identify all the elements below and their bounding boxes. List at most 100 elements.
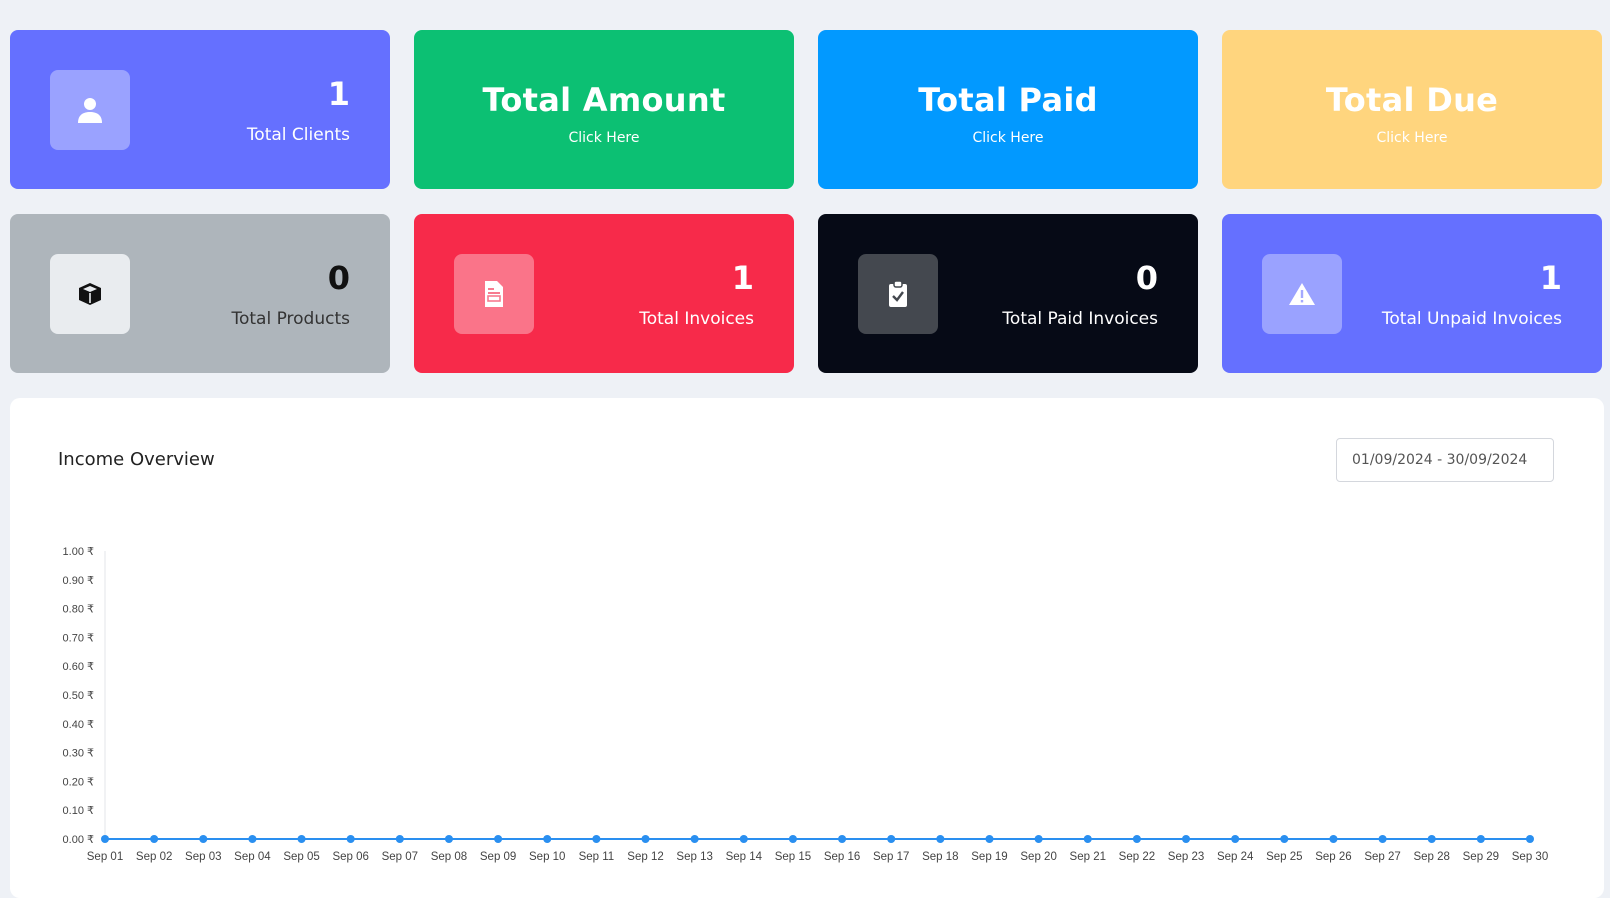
clipboard-icon-box bbox=[858, 254, 938, 334]
total-due-title: Total Due bbox=[1325, 81, 1499, 119]
data-point[interactable] bbox=[346, 835, 355, 843]
x-tick-label: Sep 04 bbox=[234, 851, 271, 863]
data-point[interactable] bbox=[788, 835, 797, 843]
user-icon-box bbox=[50, 70, 130, 150]
warning-icon bbox=[1289, 283, 1315, 305]
x-tick-label: Sep 24 bbox=[1217, 851, 1254, 863]
data-point[interactable] bbox=[1378, 835, 1387, 843]
box-icon bbox=[79, 283, 101, 305]
x-tick-label: Sep 17 bbox=[873, 851, 909, 863]
total-amount-link[interactable]: Click Here bbox=[414, 129, 794, 147]
x-tick-label: Sep 25 bbox=[1266, 851, 1302, 863]
data-point[interactable] bbox=[1182, 835, 1191, 843]
y-tick-label: 0.00 ₹ bbox=[63, 834, 94, 846]
y-tick-label: 0.50 ₹ bbox=[63, 690, 94, 702]
y-tick-label: 0.20 ₹ bbox=[63, 776, 94, 788]
data-point[interactable] bbox=[1427, 835, 1436, 843]
y-tick-label: 0.30 ₹ bbox=[63, 748, 94, 760]
data-point[interactable] bbox=[248, 835, 257, 843]
x-tick-label: Sep 10 bbox=[529, 851, 565, 863]
total-paid-invoices-label: Total Paid Invoices bbox=[1002, 309, 1158, 329]
total-due-link[interactable]: Click Here bbox=[1222, 129, 1602, 147]
data-point[interactable] bbox=[936, 835, 945, 843]
data-point[interactable] bbox=[887, 835, 896, 843]
x-tick-label: Sep 22 bbox=[1119, 851, 1155, 863]
y-tick-label: 0.90 ₹ bbox=[63, 575, 94, 587]
data-point[interactable] bbox=[444, 835, 453, 843]
x-tick-label: Sep 20 bbox=[1020, 851, 1056, 863]
document-icon-box bbox=[454, 254, 534, 334]
x-tick-label: Sep 15 bbox=[775, 851, 811, 863]
y-tick-label: 0.80 ₹ bbox=[63, 604, 94, 616]
x-tick-label: Sep 05 bbox=[283, 851, 319, 863]
x-tick-label: Sep 18 bbox=[922, 851, 958, 863]
x-tick-label: Sep 23 bbox=[1168, 851, 1204, 863]
data-point[interactable] bbox=[101, 835, 109, 843]
y-tick-label: 0.40 ₹ bbox=[63, 719, 94, 731]
total-amount-card[interactable]: Total Amount Click Here bbox=[414, 30, 794, 189]
data-point[interactable] bbox=[395, 835, 404, 843]
total-unpaid-invoices-card[interactable]: 1 Total Unpaid Invoices bbox=[1222, 214, 1602, 373]
data-point[interactable] bbox=[1476, 835, 1485, 843]
y-tick-label: 0.10 ₹ bbox=[63, 805, 94, 817]
x-tick-label: Sep 16 bbox=[824, 851, 860, 863]
total-unpaid-invoices-count: 1 bbox=[1539, 259, 1562, 297]
data-point[interactable] bbox=[199, 835, 208, 843]
x-tick-label: Sep 09 bbox=[480, 851, 516, 863]
x-tick-label: Sep 03 bbox=[185, 851, 221, 863]
warning-icon-box bbox=[1262, 254, 1342, 334]
x-tick-label: Sep 08 bbox=[431, 851, 467, 863]
data-point[interactable] bbox=[543, 835, 552, 843]
data-point[interactable] bbox=[739, 835, 748, 843]
x-tick-label: Sep 07 bbox=[382, 851, 418, 863]
data-point[interactable] bbox=[150, 835, 159, 843]
x-tick-label: Sep 13 bbox=[676, 851, 712, 863]
x-tick-label: Sep 27 bbox=[1364, 851, 1400, 863]
x-tick-label: Sep 19 bbox=[971, 851, 1007, 863]
total-paid-card[interactable]: Total Paid Click Here bbox=[818, 30, 1198, 189]
total-paid-invoices-card[interactable]: 0 Total Paid Invoices bbox=[818, 214, 1198, 373]
x-tick-label: Sep 06 bbox=[332, 851, 368, 863]
data-point[interactable] bbox=[1231, 835, 1240, 843]
x-tick-label: Sep 26 bbox=[1315, 851, 1351, 863]
data-point[interactable] bbox=[690, 835, 699, 843]
x-tick-label: Sep 11 bbox=[579, 851, 615, 863]
x-tick-label: Sep 12 bbox=[627, 851, 663, 863]
total-due-card[interactable]: Total Due Click Here bbox=[1222, 30, 1602, 189]
data-point[interactable] bbox=[641, 835, 650, 843]
x-tick-label: Sep 02 bbox=[136, 851, 172, 863]
data-point[interactable] bbox=[297, 835, 306, 843]
box-icon-box bbox=[50, 254, 130, 334]
x-tick-label: Sep 01 bbox=[87, 851, 123, 863]
total-clients-card[interactable]: 1 Total Clients bbox=[10, 30, 390, 189]
total-unpaid-invoices-label: Total Unpaid Invoices bbox=[1381, 309, 1562, 329]
x-tick-label: Sep 29 bbox=[1463, 851, 1499, 863]
data-point[interactable] bbox=[838, 835, 847, 843]
x-tick-label: Sep 14 bbox=[726, 851, 763, 863]
total-clients-count: 1 bbox=[327, 75, 350, 113]
total-amount-title: Total Amount bbox=[482, 81, 726, 119]
total-paid-invoices-count: 0 bbox=[1135, 259, 1158, 297]
total-paid-link[interactable]: Click Here bbox=[818, 129, 1198, 147]
total-invoices-label: Total Invoices bbox=[639, 309, 754, 329]
total-invoices-card[interactable]: 1 Total Invoices bbox=[414, 214, 794, 373]
data-point[interactable] bbox=[1526, 835, 1534, 843]
data-point[interactable] bbox=[1329, 835, 1338, 843]
user-icon bbox=[78, 98, 102, 123]
data-point[interactable] bbox=[494, 835, 503, 843]
data-point[interactable] bbox=[1083, 835, 1092, 843]
data-point[interactable] bbox=[1132, 835, 1141, 843]
data-point[interactable] bbox=[592, 835, 601, 843]
y-tick-label: 1.00 ₹ bbox=[63, 546, 94, 558]
y-tick-label: 0.60 ₹ bbox=[63, 661, 94, 673]
data-point[interactable] bbox=[985, 835, 994, 843]
total-products-label: Total Products bbox=[231, 309, 350, 329]
x-tick-label: Sep 21 bbox=[1070, 851, 1106, 863]
income-line-chart: 0.00 ₹ 0.10 ₹ 0.20 ₹ 0.30 ₹ 0.40 ₹ 0.50 ₹ 0.60… bbox=[63, 546, 1549, 863]
data-point[interactable] bbox=[1280, 835, 1289, 843]
data-point[interactable] bbox=[1034, 835, 1043, 843]
total-clients-label: Total Clients bbox=[246, 125, 350, 145]
total-products-card[interactable]: 0 Total Products bbox=[10, 214, 390, 373]
total-paid-title: Total Paid bbox=[918, 81, 1098, 119]
document-icon bbox=[485, 281, 503, 307]
